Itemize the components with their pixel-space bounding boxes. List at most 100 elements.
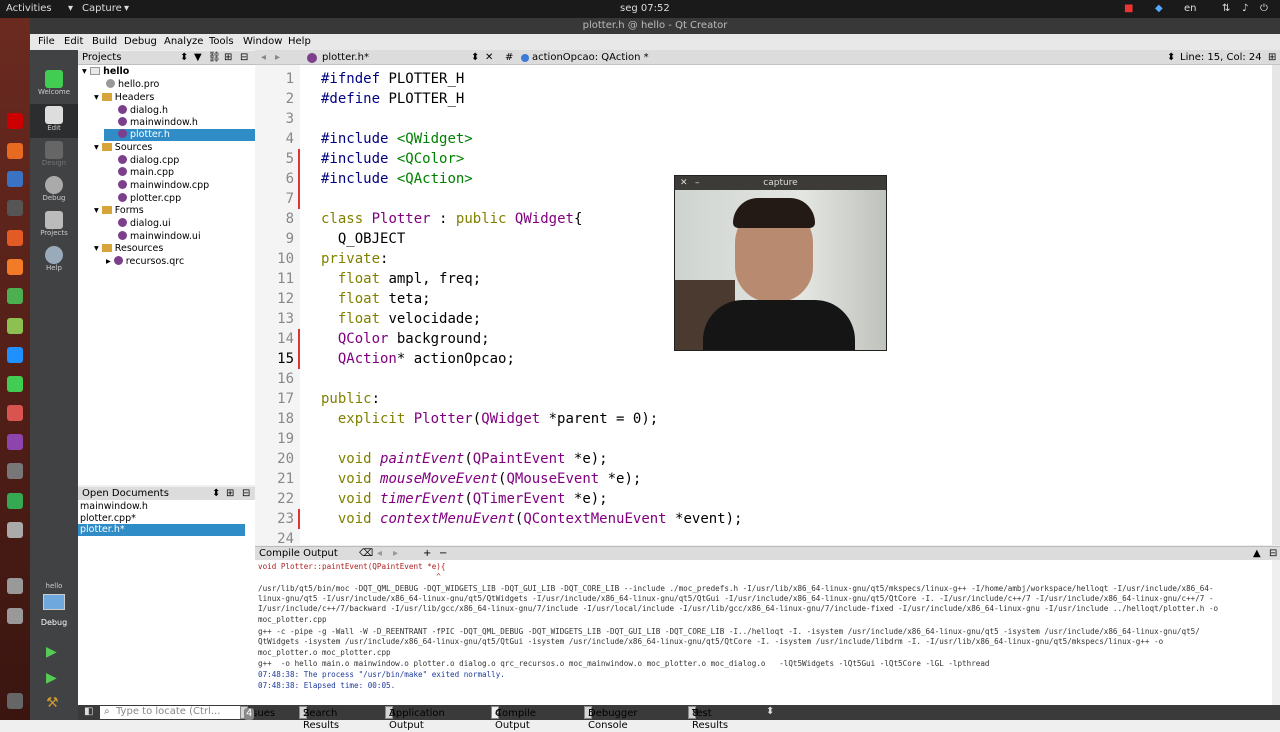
code-line[interactable]: void paintEvent(QPaintEvent *e); bbox=[321, 449, 608, 469]
mode-projects[interactable]: Projects bbox=[30, 209, 78, 243]
files-icon[interactable] bbox=[7, 171, 23, 187]
menu-tools[interactable]: Tools bbox=[209, 36, 234, 47]
pane-search-results[interactable]: 2 Search Results bbox=[299, 706, 339, 731]
build-hammer-icon[interactable]: ⚒ bbox=[46, 695, 59, 711]
code-line[interactable]: void timerEvent(QTimerEvent *e); bbox=[321, 489, 608, 509]
collapse-arrow-icon[interactable]: ▾ bbox=[94, 92, 102, 103]
code-line[interactable]: #include <QColor> bbox=[321, 149, 464, 169]
tree-item-folder[interactable]: ▾ Sources bbox=[94, 142, 152, 154]
open-document-item-selected[interactable]: plotter.h* bbox=[78, 524, 245, 536]
tree-item-file[interactable]: dialog.ui bbox=[118, 218, 171, 230]
firefox-icon[interactable] bbox=[7, 143, 23, 159]
tree-item-file[interactable]: mainwindow.h bbox=[118, 117, 198, 129]
code-line[interactable]: float velocidade; bbox=[321, 309, 481, 329]
locate-input[interactable]: Type to locate (Ctrl... bbox=[100, 706, 245, 719]
dropbox-icon[interactable]: ◆ bbox=[1155, 3, 1163, 14]
code-line[interactable]: #include <QAction> bbox=[321, 169, 473, 189]
network-icon[interactable]: ⇅ bbox=[1222, 3, 1230, 14]
mode-help[interactable]: Help bbox=[30, 244, 78, 278]
activities-button[interactable]: Activities bbox=[6, 3, 52, 14]
previous-item-icon[interactable]: ◂ bbox=[377, 548, 382, 559]
file-selector-arrows-icon[interactable]: ⬍ bbox=[471, 52, 479, 63]
cursor-position[interactable]: Line: 15, Col: 24 bbox=[1180, 52, 1262, 63]
mode-design[interactable]: Design bbox=[30, 139, 78, 173]
settings-icon[interactable] bbox=[7, 347, 23, 363]
tree-item-file[interactable]: mainwindow.ui bbox=[118, 231, 201, 243]
collapse-arrow-icon[interactable]: ▾ bbox=[94, 243, 102, 254]
split-editor-icon[interactable]: ⊞ bbox=[1268, 52, 1276, 63]
pane-issues[interactable]: 1 Issues 4 bbox=[240, 706, 275, 720]
tree-item-file[interactable]: hello.pro bbox=[106, 79, 159, 91]
android-icon[interactable] bbox=[7, 318, 23, 334]
ubuntu-software-icon[interactable] bbox=[7, 230, 23, 246]
tree-item-folder[interactable]: ▾ Headers bbox=[94, 92, 154, 104]
split-icon[interactable]: ⊞ bbox=[224, 51, 232, 64]
code-line[interactable]: class Plotter : public QWidget{ bbox=[321, 209, 582, 229]
close-pane-icon[interactable]: ⊟ bbox=[1269, 548, 1277, 559]
trash-icon[interactable] bbox=[7, 463, 23, 479]
menu-window[interactable]: Window bbox=[243, 36, 282, 47]
mode-debug[interactable]: Debug bbox=[30, 174, 78, 208]
menu-analyze[interactable]: Analyze bbox=[164, 36, 203, 47]
minimize-icon[interactable]: – bbox=[695, 176, 700, 190]
tree-item-file-selected[interactable]: plotter.h bbox=[104, 129, 255, 141]
clear-output-icon[interactable]: ⌫ bbox=[359, 548, 373, 559]
collapse-arrow-icon[interactable]: ▾ bbox=[94, 205, 102, 216]
close-panel-icon[interactable]: ⊟ bbox=[240, 51, 248, 64]
selector-arrows-icon[interactable]: ⬍ bbox=[212, 487, 220, 500]
app-icon[interactable] bbox=[7, 522, 23, 538]
record-icon[interactable]: ■ bbox=[1124, 3, 1133, 14]
forward-arrow-icon[interactable]: ▸ bbox=[275, 52, 280, 63]
mode-welcome[interactable]: Welcome bbox=[30, 68, 78, 102]
app-icon[interactable] bbox=[7, 288, 23, 304]
pane-application-output[interactable]: 3 Application Output bbox=[385, 706, 445, 731]
run-icon[interactable]: ▶ bbox=[46, 644, 57, 660]
tree-item-folder[interactable]: ▾ Resources bbox=[94, 243, 163, 255]
clock[interactable]: seg 07:52 bbox=[620, 3, 670, 14]
tree-item-project[interactable]: ▾ hello bbox=[82, 66, 129, 78]
close-icon[interactable]: ✕ bbox=[680, 176, 688, 190]
code-line[interactable]: void contextMenuEvent(QContextMenuEvent … bbox=[321, 509, 743, 529]
app-icon[interactable] bbox=[7, 608, 23, 624]
collapse-arrow-icon[interactable]: ▾ bbox=[94, 142, 102, 153]
tree-item-file[interactable]: main.cpp bbox=[118, 167, 174, 179]
menu-edit[interactable]: Edit bbox=[64, 36, 83, 47]
app-icon[interactable] bbox=[7, 578, 23, 594]
mode-edit[interactable]: Edit bbox=[30, 104, 78, 138]
filter-icon[interactable]: ▼ bbox=[194, 51, 202, 64]
next-item-icon[interactable]: ▸ bbox=[393, 548, 398, 559]
dock-app-icon[interactable] bbox=[7, 113, 23, 129]
code-line[interactable]: void mouseMoveEvent(QMouseEvent *e); bbox=[321, 469, 641, 489]
code-line[interactable]: QColor background; bbox=[321, 329, 490, 349]
app-icon[interactable] bbox=[7, 405, 23, 421]
pane-compile-output[interactable]: 4 Compile Output bbox=[491, 706, 536, 731]
debug-run-icon[interactable]: ▶ bbox=[46, 670, 57, 686]
tree-item-file[interactable]: dialog.cpp bbox=[118, 155, 179, 167]
app-menu[interactable]: Capture bbox=[82, 3, 122, 14]
code-line[interactable]: explicit Plotter(QWidget *parent = 0); bbox=[321, 409, 658, 429]
code-line[interactable]: float teta; bbox=[321, 289, 431, 309]
capture-window[interactable]: ✕ – capture bbox=[674, 175, 887, 351]
zoom-out-icon[interactable]: − bbox=[439, 548, 447, 559]
tree-item-file[interactable]: plotter.cpp bbox=[118, 193, 181, 205]
editor-scrollbar[interactable] bbox=[1272, 65, 1280, 545]
app-menu-icon[interactable]: ▾ bbox=[68, 3, 73, 14]
more-panes-arrows-icon[interactable]: ⬍ bbox=[766, 706, 774, 717]
maximize-pane-icon[interactable]: ▲ bbox=[1253, 548, 1261, 559]
chrome-icon[interactable] bbox=[7, 493, 23, 509]
file-tab[interactable]: plotter.h* bbox=[322, 52, 369, 63]
menu-debug[interactable]: Debug bbox=[124, 36, 157, 47]
terminal-icon[interactable] bbox=[7, 200, 23, 216]
power-icon[interactable]: ⏻ bbox=[1260, 3, 1268, 14]
open-document-item[interactable]: mainwindow.h bbox=[80, 501, 148, 513]
back-arrow-icon[interactable]: ◂ bbox=[261, 52, 266, 63]
monitor-icon[interactable] bbox=[43, 594, 65, 610]
tree-item-file[interactable]: dialog.h bbox=[118, 105, 168, 117]
close-file-icon[interactable]: ✕ bbox=[485, 52, 493, 63]
tree-item-file[interactable]: ▸ recursos.qrc bbox=[106, 256, 184, 268]
code-line[interactable]: float ampl, freq; bbox=[321, 269, 481, 289]
toggle-sidebar-icon[interactable]: ◧ bbox=[84, 706, 93, 717]
split-icon[interactable]: ⊞ bbox=[226, 487, 234, 500]
selector-arrows-icon[interactable]: ⬍ bbox=[180, 51, 188, 64]
menu-file[interactable]: File bbox=[38, 36, 55, 47]
